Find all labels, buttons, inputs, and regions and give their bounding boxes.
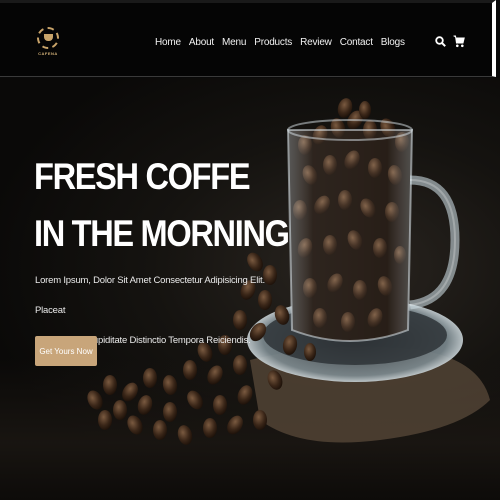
coffee-cup-logo-icon <box>37 26 59 49</box>
page: CAFENA Home About Menu Products Review C… <box>0 0 500 500</box>
nav-item-products[interactable]: Products <box>254 37 292 48</box>
hero-title-line-2: IN THE MORNING <box>34 213 290 254</box>
cart-icon[interactable] <box>453 34 465 48</box>
nav-item-review[interactable]: Review <box>300 37 332 48</box>
main-nav: Home About Menu Products Review Contact … <box>155 37 413 48</box>
nav-item-contact[interactable]: Contact <box>340 37 373 48</box>
brand-logo[interactable]: CAFENA <box>35 16 61 66</box>
nav-item-home[interactable]: Home <box>155 37 181 48</box>
hero-title: FRESH COFFE IN THE MORNING <box>34 148 290 262</box>
hero-title-line-1: FRESH COFFE <box>34 156 251 197</box>
search-icon[interactable] <box>434 34 446 48</box>
nav-item-about[interactable]: About <box>189 37 214 48</box>
nav-item-menu[interactable]: Menu <box>222 37 246 48</box>
brand-logo-text: CAFENA <box>38 50 58 56</box>
mug-handle <box>409 175 460 310</box>
hero-description-line-1: Lorem Ipsum, Dolor Sit Amet Consectetur … <box>35 275 265 316</box>
site-header: CAFENA Home About Menu Products Review C… <box>0 0 496 77</box>
get-yours-now-button[interactable]: Get Yours Now <box>35 336 97 366</box>
header-actions <box>434 34 465 48</box>
nav-item-blogs[interactable]: Blogs <box>381 37 405 48</box>
